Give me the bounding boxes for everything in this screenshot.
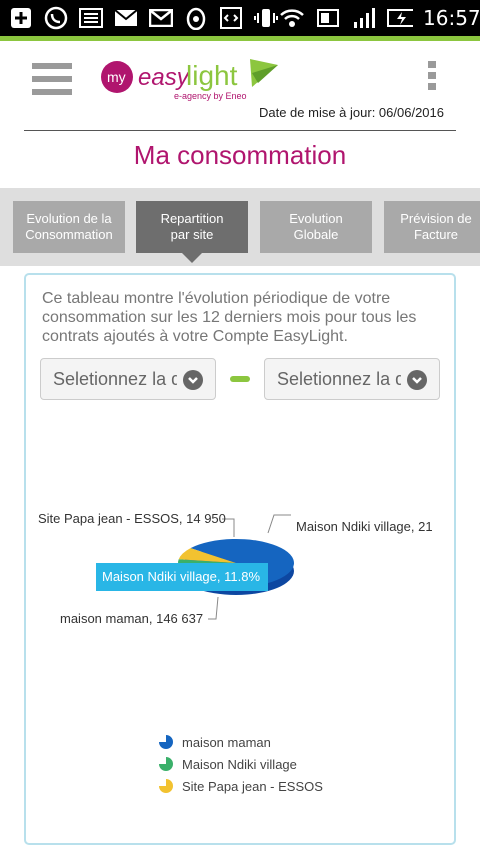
page-title: Ma consommation (133, 140, 347, 170)
legend-item[interactable]: maison maman (158, 731, 323, 753)
logo-light: light (186, 60, 238, 91)
pie-chart: Site Papa jean - ESSOS, 14 950 Maison Nd… (38, 511, 433, 626)
status-bar: 16:57 (0, 0, 480, 36)
code-icon (218, 6, 244, 30)
range-separator (230, 376, 250, 382)
chart-tooltip: Maison Ndiki village, 11.8% (102, 569, 260, 584)
add-box-icon (8, 6, 34, 30)
header-divider (24, 130, 456, 131)
gmail-icon (148, 6, 174, 30)
dropbox-icon (183, 6, 209, 30)
end-date-select[interactable]: Seletionnez la date (264, 358, 440, 400)
wifi-icon (279, 6, 305, 30)
chart-legend: maison maman Maison Ndiki village Site P… (158, 731, 323, 797)
tab-prevision-facture[interactable]: Prévision de Facture (384, 201, 480, 253)
last-update-date: Date de mise à jour: 06/06/2016 (258, 105, 444, 120)
battery-charging-icon (387, 6, 413, 30)
legend-item[interactable]: Maison Ndiki village (158, 753, 323, 775)
overflow-menu-icon[interactable] (428, 61, 436, 94)
sim-icon (315, 6, 341, 30)
tab-repartition-par-site[interactable]: Repartition par site (136, 201, 248, 263)
logo-tagline: e-agency by Eneo (174, 91, 247, 101)
status-time: 16:57 (423, 6, 480, 30)
legend-swatch (159, 735, 173, 749)
signal-icon (351, 6, 377, 30)
leader-line (267, 514, 291, 534)
chevron-down-icon (407, 370, 427, 390)
whatsapp-icon (43, 6, 69, 30)
logo-easy: easy (138, 64, 191, 91)
data-label: maison maman, 146 637 (60, 611, 203, 626)
chart-description: Ce tableau montre l'évolution périodique… (42, 290, 417, 345)
content-panel: Ce tableau montre l'évolution périodique… (24, 273, 456, 845)
data-label: Site Papa jean - ESSOS, 14 950 (38, 511, 226, 526)
legend-swatch (159, 757, 173, 771)
legend-swatch (159, 779, 173, 793)
logo-my: my (107, 69, 126, 85)
legend-item[interactable]: Site Papa jean - ESSOS (158, 775, 323, 797)
leader-line (208, 596, 219, 620)
tab-evolution-consommation[interactable]: Evolution de la Consommation (13, 201, 125, 253)
chevron-down-icon (183, 370, 203, 390)
menu-icon[interactable] (32, 63, 72, 97)
vibrate-icon (253, 6, 279, 30)
tab-bar: Evolution de la Consommation Repartition p… (0, 188, 480, 266)
data-label: Maison Ndiki village, 21 (296, 519, 433, 534)
app-header: my easy light e-agency by Eneo Date de m… (0, 41, 480, 131)
start-date-select[interactable]: Seletionnez la date (40, 358, 216, 400)
message-icon (78, 6, 104, 30)
app-logo: my easy light e-agency by Eneo (100, 53, 285, 101)
mail-icon (113, 6, 139, 30)
tab-evolution-globale[interactable]: Evolution Globale (260, 201, 372, 253)
